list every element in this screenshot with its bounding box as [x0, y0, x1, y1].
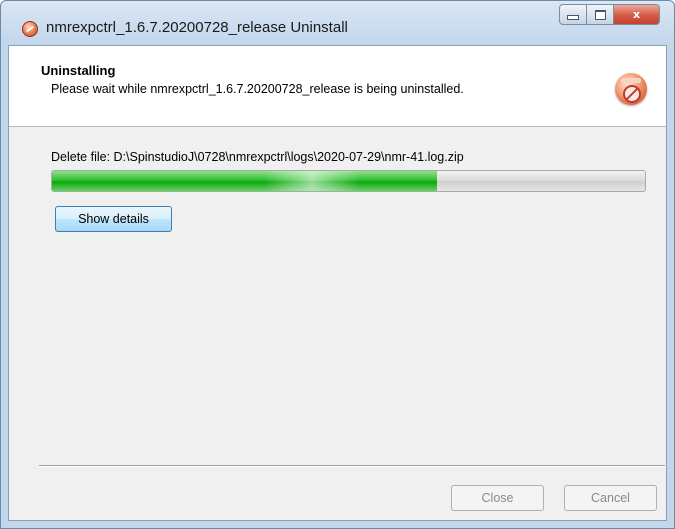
page-title: Uninstalling	[41, 63, 116, 78]
header-panel: Uninstalling Please wait while nmrexpctr…	[9, 46, 666, 127]
page-subtitle: Please wait while nmrexpctrl_1.6.7.20200…	[51, 82, 464, 96]
caption-buttons: x	[559, 4, 660, 27]
uninstall-disc-icon	[615, 73, 647, 105]
close-window-button[interactable]: x	[614, 4, 660, 25]
title-bar[interactable]: nmrexpctrl_1.6.7.20200728_release Uninst…	[1, 1, 674, 45]
disc-label-band	[621, 78, 641, 83]
maximize-icon	[594, 9, 606, 20]
close-icon: x	[632, 8, 641, 21]
status-text: Delete file: D:\SpinstudioJ\0728\nmrexpc…	[51, 150, 464, 164]
progress-bar-fill	[52, 171, 438, 191]
progress-bar	[51, 170, 646, 192]
cancel-button[interactable]: Cancel	[564, 485, 657, 511]
window-title: nmrexpctrl_1.6.7.20200728_release Uninst…	[46, 19, 348, 36]
dialog-body: Uninstalling Please wait while nmrexpctr…	[8, 45, 667, 521]
prohibit-sign-icon	[623, 85, 641, 103]
uninstaller-window: nmrexpctrl_1.6.7.20200728_release Uninst…	[0, 0, 675, 529]
show-details-button[interactable]: Show details	[55, 206, 172, 232]
uninstaller-icon	[22, 21, 38, 37]
maximize-button[interactable]	[587, 4, 614, 25]
minimize-icon	[567, 15, 579, 20]
close-button[interactable]: Close	[451, 485, 544, 511]
minimize-button[interactable]	[559, 4, 587, 25]
footer-divider	[39, 465, 665, 467]
